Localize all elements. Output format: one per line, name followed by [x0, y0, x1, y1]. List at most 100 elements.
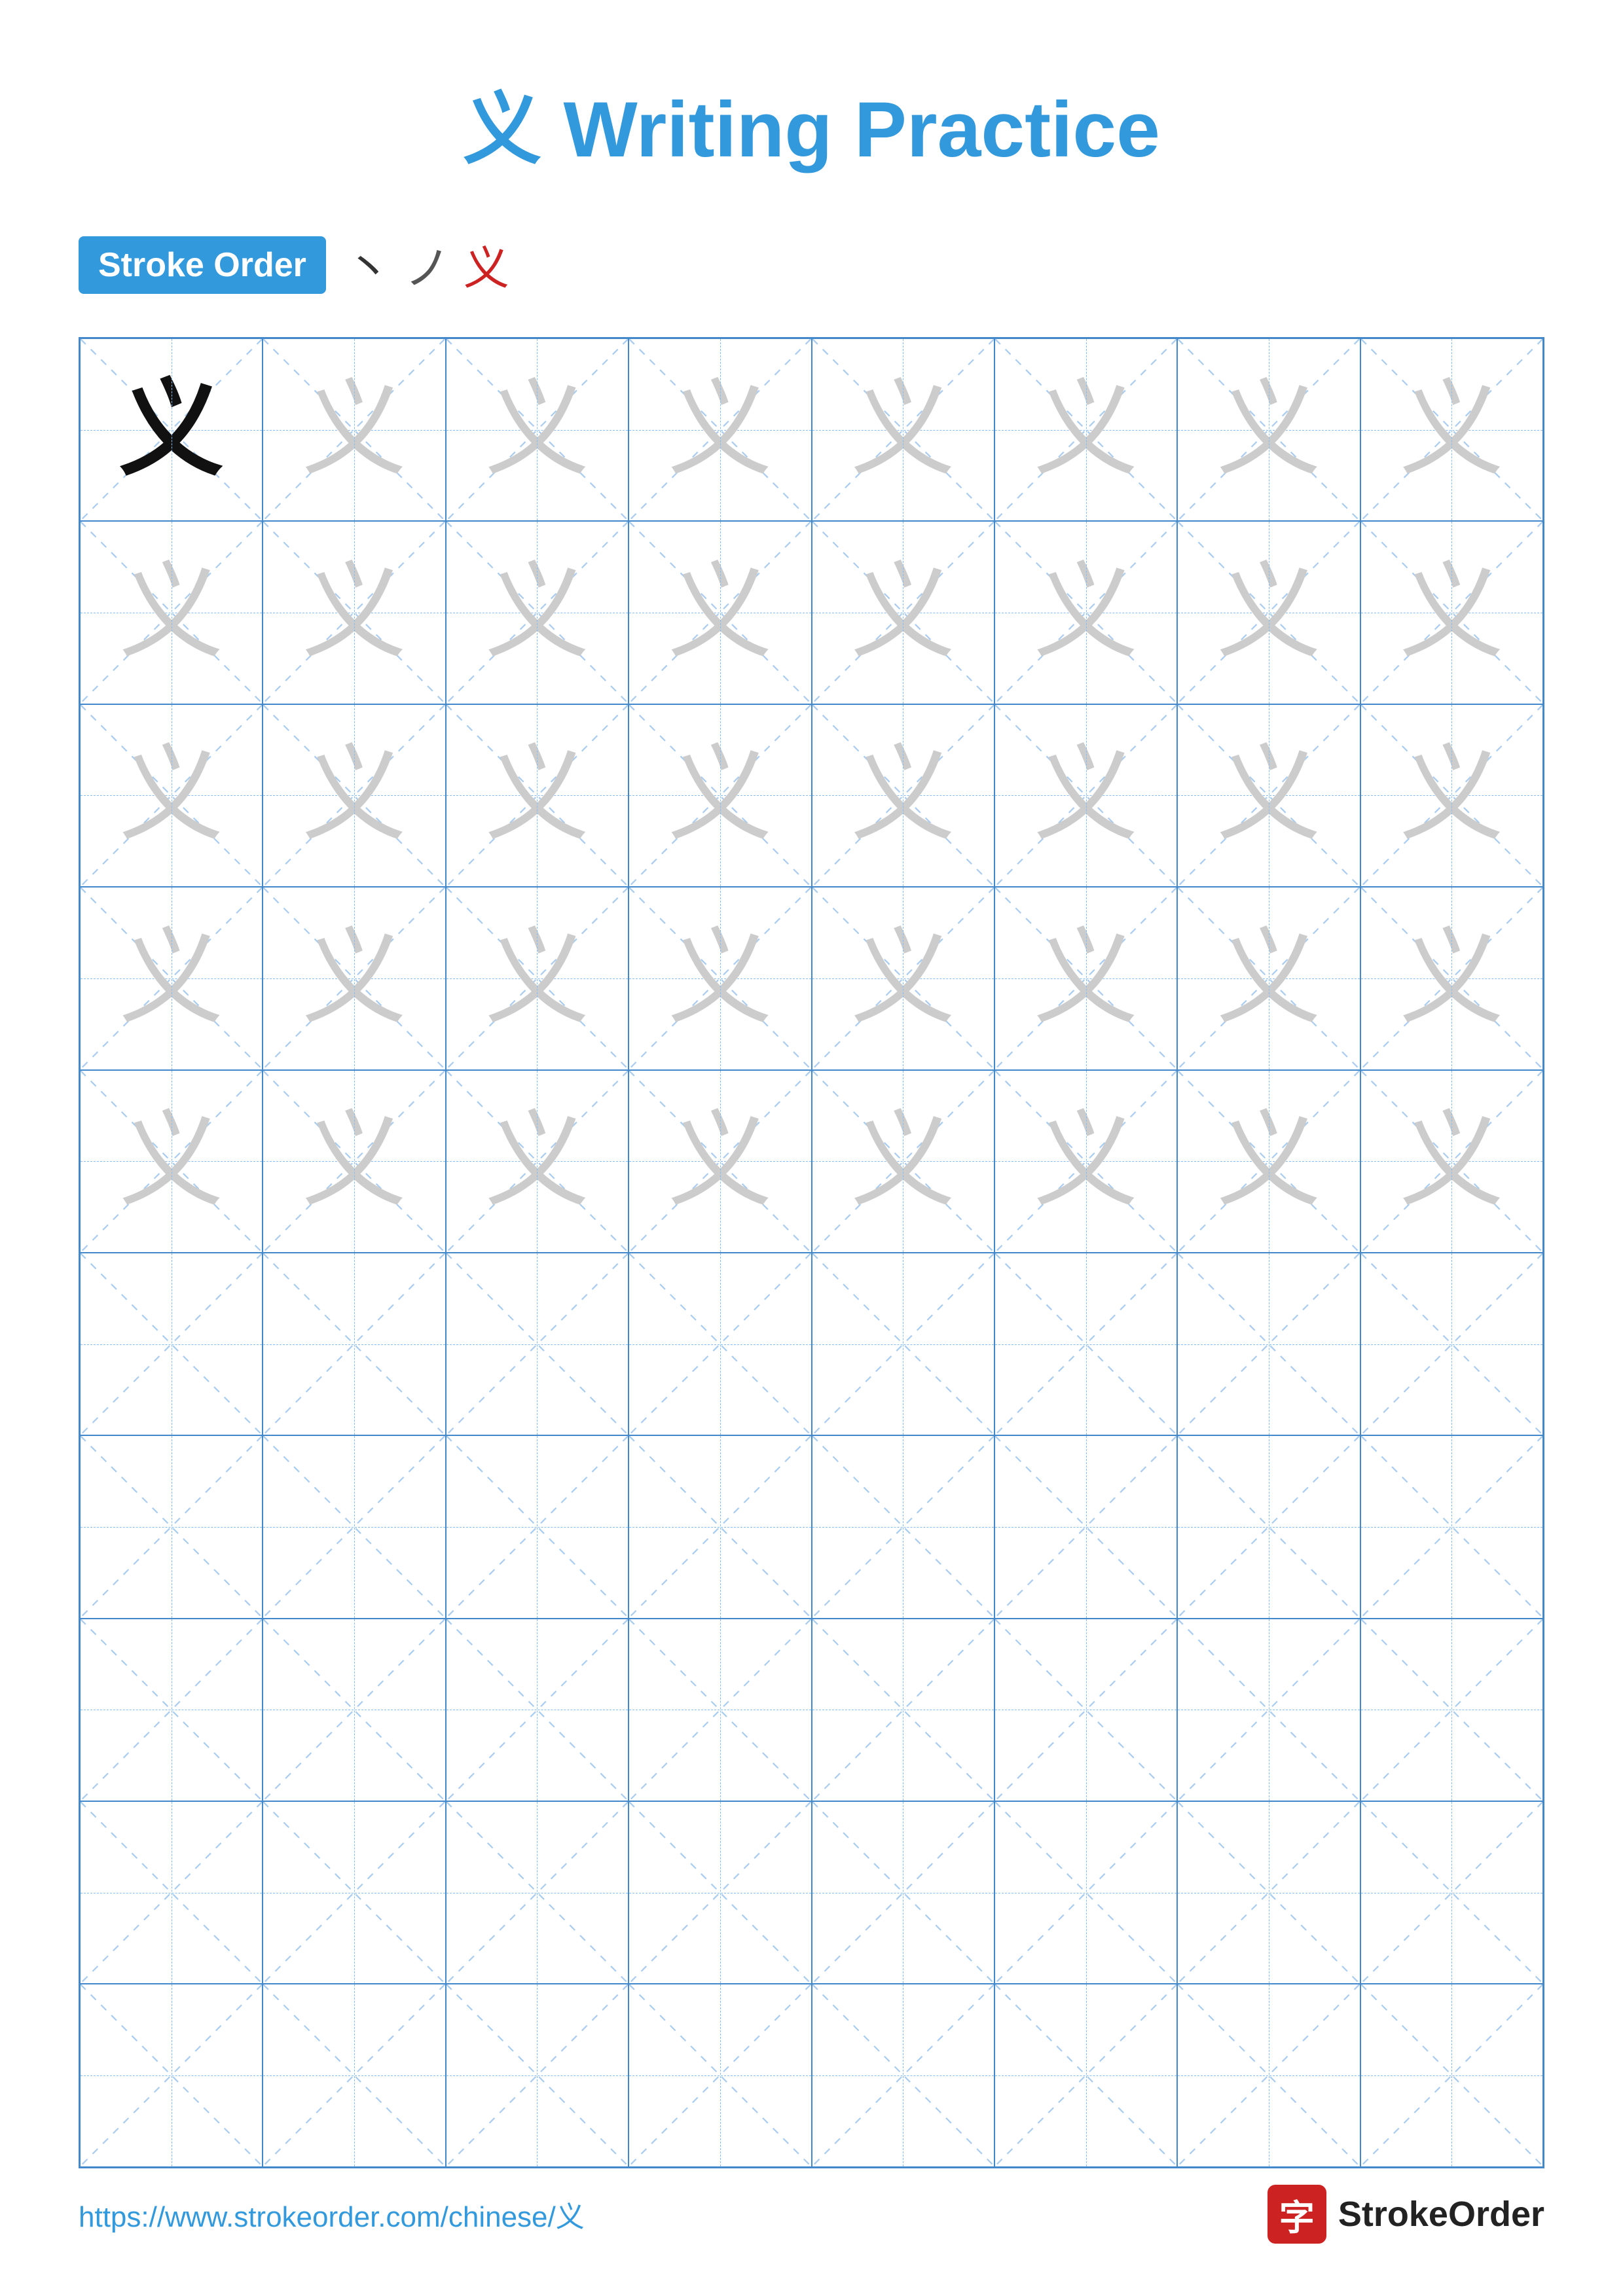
grid-cell[interactable] — [994, 1619, 1177, 1801]
grid-cell[interactable] — [1360, 1253, 1543, 1435]
grid-cell[interactable]: 义 — [80, 521, 263, 704]
practice-char-guide: 义 — [668, 743, 773, 848]
grid-cell[interactable]: 义 — [1360, 704, 1543, 887]
grid-cell[interactable] — [812, 1984, 994, 2166]
grid-cell[interactable]: 义 — [1360, 1070, 1543, 1253]
grid-cell[interactable] — [629, 1984, 811, 2166]
grid-cell[interactable]: 义 — [994, 704, 1177, 887]
practice-char-reference: 义 — [119, 378, 224, 482]
grid-cell[interactable] — [1360, 1801, 1543, 1984]
grid-cell[interactable]: 义 — [994, 521, 1177, 704]
grid-cell[interactable] — [446, 1801, 629, 1984]
grid-cell[interactable]: 义 — [629, 338, 811, 521]
practice-char-guide: 义 — [302, 378, 407, 482]
grid-cell[interactable] — [994, 1984, 1177, 2166]
grid-cell[interactable]: 义 — [1177, 1070, 1360, 1253]
grid-cell[interactable]: 义 — [1177, 521, 1360, 704]
grid-cell[interactable]: 义 — [994, 1070, 1177, 1253]
grid-cell[interactable] — [263, 1619, 445, 1801]
grid-cell[interactable]: 义 — [80, 704, 263, 887]
grid-cell[interactable] — [812, 1435, 994, 1618]
grid-cell[interactable] — [80, 1253, 263, 1435]
grid-cell[interactable] — [263, 1253, 445, 1435]
grid-cell[interactable] — [1177, 1801, 1360, 1984]
grid-cell[interactable] — [446, 1253, 629, 1435]
grid-cell[interactable]: 义 — [446, 704, 629, 887]
grid-cell[interactable]: 义 — [263, 1070, 445, 1253]
grid-cell[interactable]: 义 — [446, 338, 629, 521]
grid-cell[interactable]: 义 — [812, 1070, 994, 1253]
practice-char-guide: 义 — [119, 1109, 224, 1213]
grid-cell[interactable]: 义 — [263, 521, 445, 704]
grid-cell[interactable]: 义 — [446, 887, 629, 1069]
grid-cell[interactable] — [80, 1619, 263, 1801]
grid-cell[interactable] — [263, 1801, 445, 1984]
grid-cell[interactable]: 义 — [1177, 887, 1360, 1069]
grid-cell[interactable] — [1177, 1619, 1360, 1801]
grid-cell[interactable]: 义 — [263, 887, 445, 1069]
practice-char-guide: 义 — [1399, 1109, 1504, 1213]
practice-char-guide: 义 — [850, 378, 955, 482]
grid-cell[interactable]: 义 — [263, 338, 445, 521]
grid-cell[interactable] — [1177, 1984, 1360, 2166]
grid-cell[interactable] — [1177, 1253, 1360, 1435]
grid-cell[interactable]: 义 — [1360, 887, 1543, 1069]
practice-char-guide: 义 — [119, 560, 224, 665]
practice-char-guide: 义 — [302, 926, 407, 1031]
grid-cell[interactable] — [629, 1619, 811, 1801]
grid-cell[interactable] — [1360, 1435, 1543, 1618]
grid-cell[interactable]: 义 — [812, 887, 994, 1069]
practice-char-guide: 义 — [850, 1109, 955, 1213]
grid-cell[interactable]: 义 — [994, 887, 1177, 1069]
grid-cell[interactable] — [446, 1435, 629, 1618]
grid-cell[interactable]: 义 — [812, 704, 994, 887]
grid-cell[interactable] — [629, 1435, 811, 1618]
grid-cell[interactable]: 义 — [629, 1070, 811, 1253]
grid-cell[interactable] — [80, 1984, 263, 2166]
grid-cell[interactable] — [629, 1801, 811, 1984]
grid-cell[interactable] — [1177, 1435, 1360, 1618]
practice-char-guide: 义 — [484, 926, 589, 1031]
grid-cell[interactable]: 义 — [994, 338, 1177, 521]
stroke-order-badge: Stroke Order — [79, 236, 326, 294]
grid-cell[interactable]: 义 — [80, 887, 263, 1069]
practice-char-guide: 义 — [1216, 743, 1321, 848]
grid-cell[interactable] — [812, 1801, 994, 1984]
grid-cell[interactable]: 义 — [263, 704, 445, 887]
grid-cell[interactable] — [812, 1619, 994, 1801]
grid-cell[interactable] — [263, 1435, 445, 1618]
grid-cell[interactable] — [994, 1801, 1177, 1984]
grid-cell[interactable] — [994, 1253, 1177, 1435]
grid-cell[interactable]: 义 — [629, 521, 811, 704]
grid-cell[interactable]: 义 — [446, 1070, 629, 1253]
practice-char-guide: 义 — [119, 743, 224, 848]
stroke-order-chars: 丶 ノ 义 — [346, 232, 509, 298]
grid-cell[interactable] — [80, 1801, 263, 1984]
grid-cell[interactable]: 义 — [1360, 338, 1543, 521]
grid-cell[interactable]: 义 — [629, 887, 811, 1069]
grid-cell[interactable]: 义 — [80, 1070, 263, 1253]
grid-cell[interactable] — [80, 1435, 263, 1618]
grid-cell[interactable] — [446, 1619, 629, 1801]
practice-char-guide: 义 — [302, 1109, 407, 1213]
grid-cell[interactable] — [446, 1984, 629, 2166]
grid-cell[interactable] — [812, 1253, 994, 1435]
grid-cell[interactable]: 义 — [446, 521, 629, 704]
grid-cell[interactable] — [629, 1253, 811, 1435]
grid-cell[interactable] — [994, 1435, 1177, 1618]
grid-cell[interactable]: 义 — [1360, 521, 1543, 704]
grid-cell[interactable]: 义 — [80, 338, 263, 521]
stroke-order-section: Stroke Order 丶 ノ 义 — [79, 232, 1544, 298]
grid-cell[interactable]: 义 — [812, 338, 994, 521]
practice-char-guide: 义 — [484, 378, 589, 482]
grid-cell[interactable]: 义 — [1177, 338, 1360, 521]
logo-text: StrokeOrder — [1338, 2194, 1544, 2234]
grid-cell[interactable] — [1360, 1619, 1543, 1801]
grid-cell[interactable] — [1360, 1984, 1543, 2166]
grid-cell[interactable] — [263, 1984, 445, 2166]
grid-cell[interactable]: 义 — [629, 704, 811, 887]
title-char: 义 — [463, 86, 541, 173]
grid-cell[interactable]: 义 — [812, 521, 994, 704]
grid-cell[interactable]: 义 — [1177, 704, 1360, 887]
practice-char-guide: 义 — [302, 743, 407, 848]
